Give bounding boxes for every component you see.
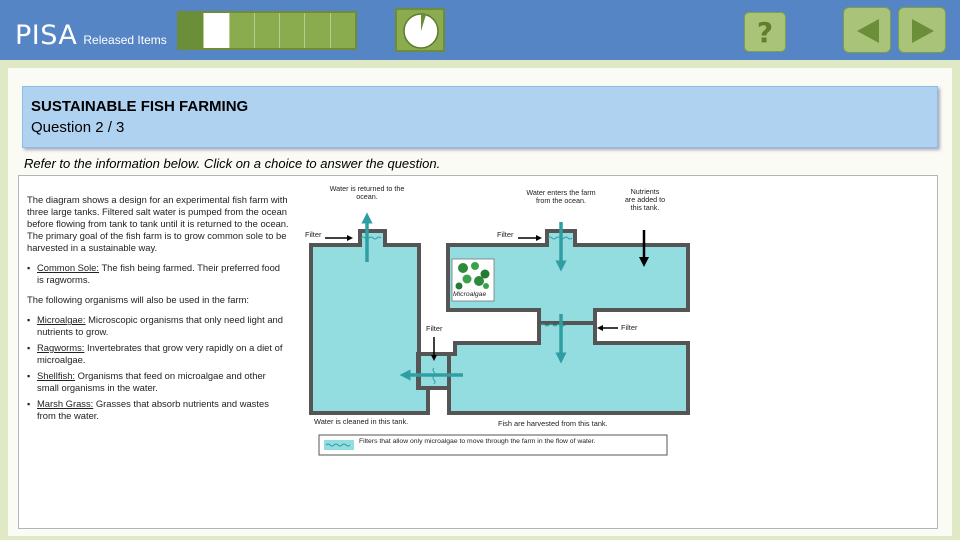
progress-bar — [177, 11, 357, 50]
list-item: Shellfish: Organisms that feed on microa… — [27, 370, 289, 394]
intro-paragraph: The diagram shows a design for an experi… — [27, 194, 289, 253]
top-bar: PISA Released Items ? — [0, 0, 960, 60]
help-button[interactable]: ? — [744, 12, 786, 52]
cleaned-label: Water is cleaned in this tank. — [314, 417, 408, 426]
brand-subtitle: Released Items — [83, 33, 167, 47]
question-counter: Question 2 / 3 — [31, 119, 125, 136]
stimulus-panel: The diagram shows a design for an experi… — [18, 175, 938, 529]
list-item: Microalgae: Microscopic organisms that o… — [27, 314, 289, 338]
next-button[interactable] — [898, 7, 946, 53]
filter-label: Filter — [426, 324, 443, 333]
term-label: Shellfish: — [37, 370, 76, 381]
left-tank — [309, 229, 430, 415]
progress-segment — [254, 13, 281, 48]
filter-legend: Filters that allow only microalgae to mo… — [318, 434, 668, 456]
stimulus-text: The diagram shows a design for an experi… — [27, 194, 289, 430]
legend-text: Filters that allow only microalgae to mo… — [359, 438, 596, 445]
question-header: SUSTAINABLE FISH FARMING Question 2 / 3 — [22, 86, 938, 148]
nutrients-label: this tank. — [631, 203, 660, 212]
progress-segment — [280, 13, 306, 48]
enters-label: from the ocean. — [536, 196, 586, 205]
brand: PISA Released Items — [15, 20, 167, 51]
arrow-left-icon — [857, 19, 879, 43]
filter-label: Filter — [497, 230, 514, 239]
brand-title: PISA — [15, 20, 78, 51]
term-label: Common Sole: — [37, 262, 100, 273]
progress-segment — [179, 13, 205, 48]
unit-title: SUSTAINABLE FISH FARMING — [31, 98, 249, 115]
returned-label: ocean. — [356, 192, 378, 201]
progress-segment-current — [204, 13, 230, 48]
arrow-right-icon — [912, 19, 934, 43]
list-item: Ragworms: Invertebrates that grow very r… — [27, 342, 289, 366]
progress-segment — [305, 13, 331, 48]
instruction-text: Refer to the information below. Click on… — [24, 156, 441, 171]
filter-label: Filter — [621, 323, 638, 332]
progress-segment — [229, 13, 255, 48]
term-label: Marsh Grass: — [37, 398, 94, 409]
previous-button[interactable] — [843, 7, 891, 53]
organisms-heading: The following organisms will also be use… — [27, 294, 249, 305]
harvested-label: Fish are harvested from this tank. — [498, 419, 608, 428]
microalgae-inset: Microalgae — [451, 258, 495, 302]
list-item: Common Sole: The fish being farmed. Thei… — [27, 262, 289, 286]
term-label: Ragworms: — [37, 342, 85, 353]
timer — [395, 8, 445, 52]
right-bottom-tank — [447, 321, 690, 415]
list-item: Marsh Grass: Grasses that absorb nutrien… — [27, 398, 289, 422]
fish-farm-diagram: Microalgae Water is returned to the ocea… — [305, 184, 690, 456]
progress-segment — [330, 13, 355, 48]
filter-label: Filter — [305, 230, 322, 239]
term-label: Microalgae: — [37, 314, 86, 325]
microalgae-label: Microalgae — [453, 291, 486, 298]
timer-clock-icon — [403, 13, 439, 49]
